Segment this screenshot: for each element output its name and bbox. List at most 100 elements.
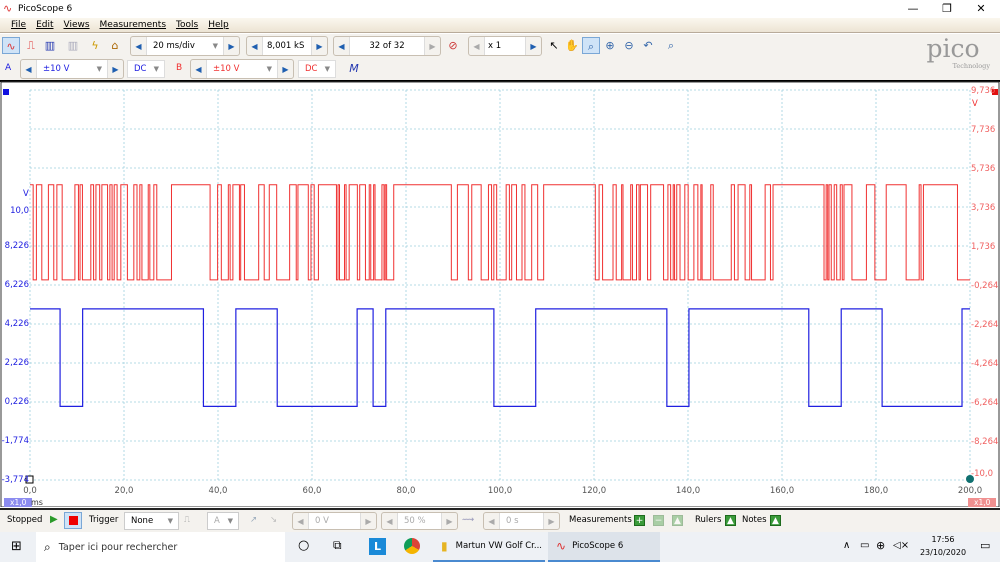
- zoom-field[interactable]: x 1: [484, 37, 526, 55]
- notifications-icon[interactable]: ▭: [980, 539, 990, 552]
- start-button[interactable]: ▶: [50, 514, 58, 525]
- buffer-prev-button[interactable]: ◀: [334, 42, 349, 51]
- edit-measurement-button[interactable]: ▲: [672, 515, 683, 526]
- right-axis-tick: 7,736: [971, 125, 996, 135]
- zoom-next-button[interactable]: ▶: [526, 42, 541, 51]
- channel-b-range-next[interactable]: ▶: [278, 65, 293, 74]
- l-app-icon[interactable]: L: [369, 538, 386, 555]
- add-measurement-button[interactable]: +: [634, 515, 645, 526]
- timebase-prev-button[interactable]: ◀: [131, 42, 146, 51]
- buffer-next-button[interactable]: ▶: [425, 42, 440, 51]
- remove-measurement-button[interactable]: −: [653, 515, 664, 526]
- persistence-mode-icon[interactable]: ⎍: [22, 37, 40, 54]
- spectrum-mode-icon[interactable]: ▥: [41, 37, 59, 54]
- hand-icon[interactable]: ✋: [563, 37, 581, 54]
- taskbar-app-explorer[interactable]: ▮ Martun VW Golf Cr...: [433, 532, 545, 562]
- stop-button[interactable]: [64, 512, 82, 529]
- task-view-icon[interactable]: ⧉: [333, 538, 342, 553]
- pretrigger-field[interactable]: 50 %: [397, 513, 442, 529]
- falling-edge-icon[interactable]: ↘: [270, 515, 277, 525]
- channel-a-range-control: ◀ ±10 V ▼ ▶: [20, 59, 124, 79]
- tray-chevron-icon[interactable]: ∧: [843, 540, 850, 551]
- taskbar-search-box[interactable]: ⌕ Taper ici pour rechercher: [36, 532, 285, 562]
- channel-a-range-next[interactable]: ▶: [108, 65, 123, 74]
- rulers-button[interactable]: ▲: [725, 515, 736, 526]
- menu-measurements[interactable]: Measurements: [100, 20, 166, 30]
- zoom-out-icon[interactable]: ⊖: [620, 37, 638, 54]
- network-icon[interactable]: ⊕: [876, 539, 885, 552]
- channel-b-coupling: DC: [305, 64, 318, 74]
- probe-icon[interactable]: ϟ: [86, 37, 104, 54]
- timebase-select[interactable]: 20 ms/div ▼: [146, 37, 224, 55]
- undo-zoom-icon[interactable]: ↶: [639, 37, 657, 54]
- menu-help[interactable]: Help: [208, 20, 229, 30]
- x-zoom-badge[interactable]: x1,0: [4, 498, 33, 507]
- notes-button[interactable]: ▲: [770, 515, 781, 526]
- pretrigger-prev[interactable]: ◀: [382, 517, 397, 526]
- samples-next-button[interactable]: ▶: [312, 42, 327, 51]
- rising-edge-icon[interactable]: ↗: [250, 515, 257, 525]
- right-axis-tick: -2,264: [971, 320, 999, 330]
- pointer-icon[interactable]: ↖: [545, 37, 563, 54]
- threshold-prev[interactable]: ◀: [293, 517, 308, 526]
- advanced-trigger-icon[interactable]: ⟿: [462, 515, 474, 525]
- scope-mode-icon[interactable]: ∿: [2, 37, 20, 54]
- close-button[interactable]: ✕: [964, 0, 998, 18]
- samples-field[interactable]: 8,001 kS: [262, 37, 312, 55]
- cortana-icon[interactable]: ○: [298, 538, 309, 553]
- windows-start-icon[interactable]: ⊞: [11, 539, 22, 554]
- zoom-select-icon[interactable]: ⌕: [582, 37, 600, 54]
- taskbar-app-picoscope[interactable]: ∿ PicoScope 6: [548, 532, 660, 562]
- samples-prev-button[interactable]: ◀: [247, 42, 262, 51]
- channel-a-label[interactable]: A: [5, 63, 11, 73]
- oscilloscope-plot[interactable]: [0, 80, 1000, 507]
- right-axis-tick: -8,264: [971, 437, 999, 447]
- delay-prev[interactable]: ◀: [484, 517, 499, 526]
- menu-bar: File Edit Views Measurements Tools Help: [0, 18, 1000, 33]
- zoom-in-icon[interactable]: ⊕: [601, 37, 619, 54]
- trigger-channel-select[interactable]: A ▼: [207, 512, 239, 530]
- channel-b-range-select[interactable]: ±10 V ▼: [206, 60, 278, 78]
- channel-a-marker[interactable]: [3, 89, 9, 95]
- restore-button[interactable]: ❐: [930, 0, 964, 18]
- channel-b-range-control: ◀ ±10 V ▼ ▶: [190, 59, 294, 79]
- channel-a-range-select[interactable]: ±10 V ▼: [36, 60, 108, 78]
- threshold-field[interactable]: 0 V: [308, 513, 361, 529]
- clock-time[interactable]: 17:56: [918, 535, 968, 544]
- pico-logo: pico Technology: [908, 36, 998, 78]
- volume-muted-icon[interactable]: ◁×: [893, 540, 909, 551]
- scope-view[interactable]: x1,0 ms x1,0 V 10,0 8,226 6,226 4,226 2,226 0,…: [0, 80, 1000, 507]
- channel-b-coupling-select[interactable]: DC ▼: [298, 60, 336, 78]
- home-icon[interactable]: ⌂: [106, 37, 124, 54]
- menu-views[interactable]: Views: [64, 20, 90, 30]
- channel-options-icon[interactable]: ▥: [64, 37, 82, 54]
- channel-a-range-prev[interactable]: ◀: [21, 65, 36, 74]
- channel-b-range-prev[interactable]: ◀: [191, 65, 206, 74]
- channel-a-coupling-select[interactable]: DC ▼: [127, 60, 165, 78]
- menu-file[interactable]: File: [11, 20, 26, 30]
- right-zoom-badge[interactable]: x1,0: [968, 498, 997, 507]
- delay-next[interactable]: ▶: [544, 517, 559, 526]
- menu-edit[interactable]: Edit: [36, 20, 53, 30]
- menu-tools[interactable]: Tools: [176, 20, 198, 30]
- zoom-prev-button[interactable]: ◀: [469, 42, 484, 51]
- chrome-icon[interactable]: [404, 538, 420, 554]
- buffer-field[interactable]: 32 of 32: [349, 37, 425, 55]
- run-state: Stopped: [7, 515, 43, 525]
- minimize-button[interactable]: —: [896, 0, 930, 18]
- pretrigger-next[interactable]: ▶: [442, 517, 457, 526]
- timebase-next-button[interactable]: ▶: [224, 42, 239, 51]
- delay-field[interactable]: 0 s: [499, 513, 544, 529]
- left-axis-tick: 8,226: [4, 241, 29, 251]
- zoom-overview-icon[interactable]: ⌕: [662, 37, 680, 54]
- trigger-mode-select[interactable]: None ▼: [124, 512, 179, 530]
- x-axis-tick: 0,0: [23, 486, 37, 496]
- compass-icon[interactable]: ⊘: [444, 37, 462, 54]
- threshold-next[interactable]: ▶: [361, 517, 376, 526]
- trigger-type-icon[interactable]: ⎍: [184, 515, 190, 525]
- channel-b-label[interactable]: B: [176, 63, 182, 73]
- math-channel-icon[interactable]: M: [345, 60, 363, 77]
- battery-icon[interactable]: ▭: [860, 540, 869, 551]
- grid: [29, 89, 971, 481]
- clock-date[interactable]: 23/10/2020: [912, 548, 974, 557]
